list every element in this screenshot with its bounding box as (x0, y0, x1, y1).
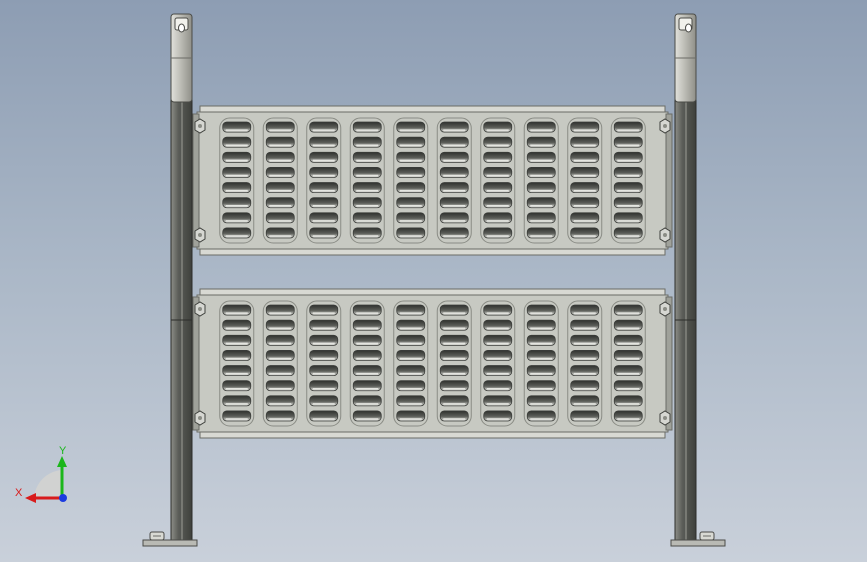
y-axis-arrowhead (57, 456, 67, 467)
bolt-center (198, 416, 202, 420)
bolt-center (663, 233, 667, 237)
bolt-center (663, 416, 667, 420)
panel-left-return (192, 113, 200, 248)
panel-top-flange (199, 105, 666, 113)
left-post[interactable] (170, 13, 193, 543)
panel-top-flange (199, 288, 666, 296)
panel-left-return (192, 296, 200, 431)
triad-plane-shade (34, 470, 62, 498)
panel-bottom-flange (199, 248, 666, 256)
bolt-center (198, 124, 202, 128)
panel-bottom-flange (199, 431, 666, 439)
cad-model-view[interactable]: Y X (0, 0, 867, 562)
axis-triad: Y X (15, 445, 67, 503)
panel-right-return (665, 296, 673, 431)
right-post[interactable] (674, 13, 697, 543)
upper-grille-panel[interactable] (192, 105, 673, 256)
lower-grille-panel[interactable] (192, 288, 673, 439)
y-axis-label: Y (59, 445, 67, 457)
x-axis-arrowhead (25, 493, 36, 503)
panel-right-return (665, 113, 673, 248)
bolt-center (198, 307, 202, 311)
x-axis-label: X (15, 487, 23, 499)
z-axis-dot (59, 494, 67, 502)
bolt-center (198, 233, 202, 237)
bolt-center (663, 307, 667, 311)
3d-viewport[interactable]: Y X (0, 0, 867, 562)
bolt-center (663, 124, 667, 128)
